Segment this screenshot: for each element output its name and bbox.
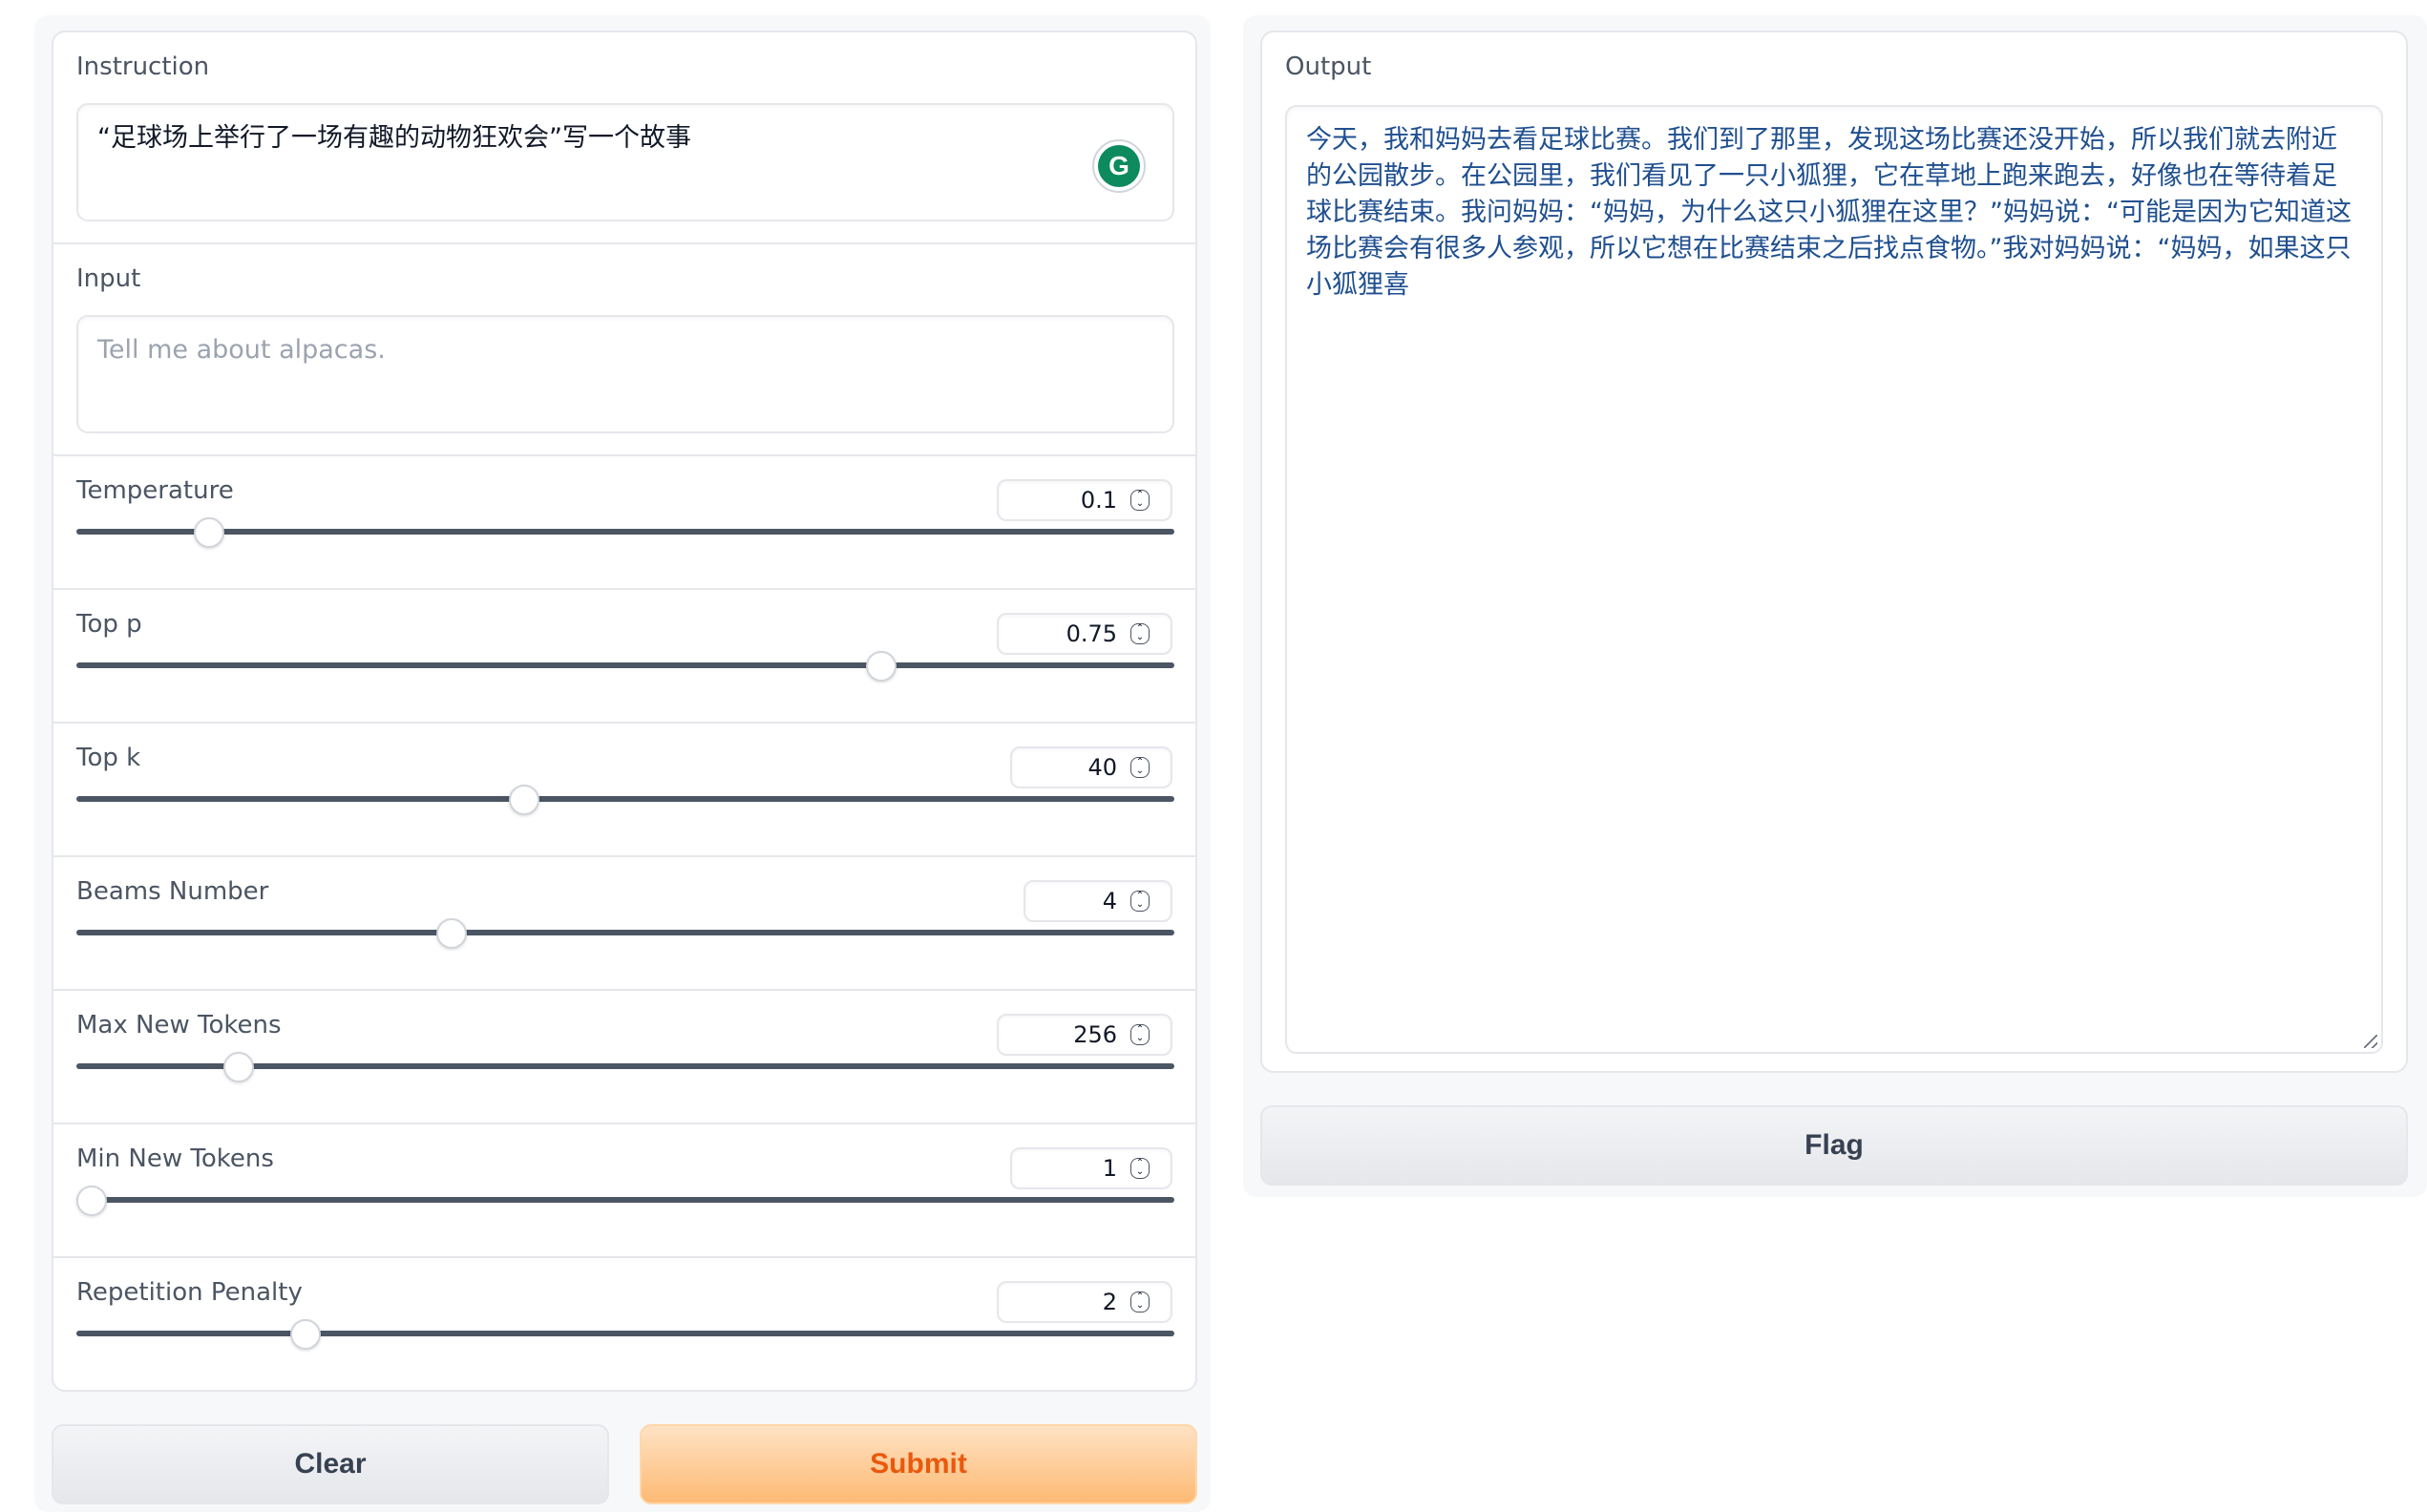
spinner-icon[interactable]: ⌃ ⌄ (1130, 490, 1150, 511)
min-new-tokens-number-input[interactable]: 1 ⌃ ⌄ (1010, 1147, 1172, 1189)
slider-top-k: Top k 40 ⌃ ⌄ (53, 724, 1195, 857)
slider-top-p: Top p 0.75 ⌃ ⌄ (53, 590, 1195, 724)
instruction-label: Instruction (76, 52, 210, 81)
number-value: 40 (1087, 754, 1117, 781)
number-value: 1 (1102, 1155, 1117, 1182)
slider-beams-number: Beams Number 4 ⌃ ⌄ (53, 857, 1195, 991)
number-value: 0.1 (1080, 487, 1117, 514)
slider-label: Beams Number (76, 877, 269, 906)
slider-track[interactable] (76, 529, 1174, 535)
slider-thumb[interactable] (223, 1052, 255, 1082)
slider-track[interactable] (76, 796, 1174, 802)
slider-track[interactable] (76, 1197, 1174, 1203)
spinner-icon[interactable]: ⌃ ⌄ (1130, 1158, 1150, 1179)
slider-label: Repetition Penalty (76, 1278, 303, 1307)
slider-label: Temperature (76, 476, 234, 505)
slider-label: Min New Tokens (76, 1144, 274, 1173)
spinner-icon[interactable]: ⌃ ⌄ (1130, 1024, 1150, 1045)
top-p-number-input[interactable]: 0.75 ⌃ ⌄ (997, 613, 1172, 655)
spinner-icon[interactable]: ⌃ ⌄ (1130, 757, 1150, 778)
input-placeholder: Tell me about alpacas. (97, 335, 386, 365)
beams-number-input[interactable]: 4 ⌃ ⌄ (1024, 880, 1172, 922)
clear-button[interactable]: Clear (52, 1424, 609, 1504)
spinner-icon[interactable]: ⌃ ⌄ (1130, 1292, 1150, 1312)
slider-label: Max New Tokens (76, 1011, 282, 1040)
input-label: Input (76, 264, 141, 293)
number-value: 0.75 (1066, 620, 1117, 647)
spinner-icon[interactable]: ⌃ ⌄ (1130, 623, 1150, 644)
slider-thumb[interactable] (193, 517, 224, 548)
number-value: 4 (1102, 888, 1117, 914)
slider-repetition-penalty: Repetition Penalty 2 ⌃ ⌄ (53, 1258, 1195, 1390)
number-value: 256 (1073, 1021, 1117, 1048)
slider-thumb[interactable] (289, 1319, 321, 1350)
repetition-penalty-number-input[interactable]: 2 ⌃ ⌄ (997, 1281, 1172, 1323)
max-new-tokens-number-input[interactable]: 256 ⌃ ⌄ (997, 1014, 1172, 1056)
number-value: 2 (1102, 1289, 1117, 1315)
slider-label: Top k (76, 744, 141, 772)
slider-thumb[interactable] (76, 1186, 107, 1216)
grammarly-letter: G (1098, 145, 1140, 187)
submit-button[interactable]: Submit (640, 1424, 1197, 1504)
resize-handle-icon[interactable] (2364, 1035, 2377, 1048)
output-label: Output (1285, 52, 1372, 81)
slider-temperature: Temperature 0.1 ⌃ ⌄ (53, 456, 1195, 590)
slider-track[interactable] (76, 662, 1174, 668)
output-textarea[interactable]: 今天，我和妈妈去看足球比赛。我们到了那里，发现这场比赛还没开始，所以我们就去附近… (1285, 105, 2383, 1054)
slider-max-new-tokens: Max New Tokens 256 ⌃ ⌄ (53, 991, 1195, 1124)
input-block: Input Tell me about alpacas. (53, 244, 1195, 456)
instruction-block: Instruction “足球场上举行了一场有趣的动物狂欢会”写一个故事 G (53, 32, 1195, 244)
slider-thumb[interactable] (435, 918, 467, 949)
slider-min-new-tokens: Min New Tokens 1 ⌃ ⌄ (53, 1124, 1195, 1258)
output-panel: Output 今天，我和妈妈去看足球比赛。我们到了那里，发现这场比赛还没开始，所… (1260, 31, 2408, 1073)
grammarly-icon[interactable]: G (1092, 139, 1146, 193)
temperature-number-input[interactable]: 0.1 ⌃ ⌄ (997, 479, 1172, 521)
flag-button[interactable]: Flag (1260, 1105, 2408, 1186)
output-text: 今天，我和妈妈去看足球比赛。我们到了那里，发现这场比赛还没开始，所以我们就去附近… (1306, 125, 2352, 300)
instruction-value: “足球场上举行了一场有趣的动物狂欢会”写一个故事 (97, 123, 691, 153)
slider-track[interactable] (76, 930, 1174, 935)
spinner-icon[interactable]: ⌃ ⌄ (1130, 891, 1150, 912)
input-textarea[interactable]: Tell me about alpacas. (76, 315, 1174, 433)
slider-thumb[interactable] (508, 785, 539, 815)
slider-thumb[interactable] (866, 651, 897, 682)
slider-track[interactable] (76, 1331, 1174, 1336)
instruction-textarea[interactable]: “足球场上举行了一场有趣的动物狂欢会”写一个故事 G (76, 103, 1174, 221)
parameters-panel: Instruction “足球场上举行了一场有趣的动物狂欢会”写一个故事 G I… (52, 31, 1197, 1392)
top-k-number-input[interactable]: 40 ⌃ ⌄ (1010, 746, 1172, 788)
slider-label: Top p (76, 610, 142, 639)
